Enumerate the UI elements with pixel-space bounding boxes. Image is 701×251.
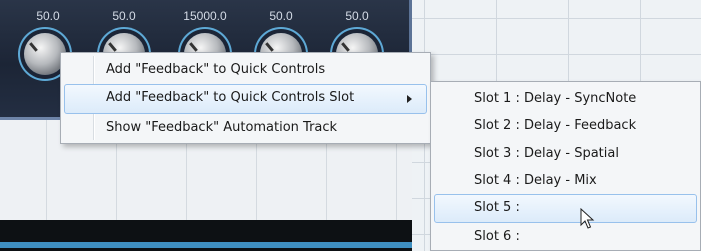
submenu-item-slot-4[interactable]: Slot 4 : Delay - Mix: [434, 167, 697, 194]
menu-item-add-to-quick-controls-slot[interactable]: Add "Feedback" to Quick Controls Slot: [64, 84, 427, 114]
submenu-item-label: Slot 2 : Delay - Feedback: [474, 118, 637, 134]
submenu-item-label: Slot 1 : Delay - SyncNote: [474, 91, 637, 106]
submenu-item-slot-3[interactable]: Slot 3 : Delay - Spatial: [434, 140, 697, 167]
menu-item-show-automation-track[interactable]: Show "Feedback" Automation Track: [64, 114, 427, 142]
menu-item-add-to-quick-controls[interactable]: Add "Feedback" to Quick Controls: [64, 56, 427, 84]
submenu-item-slot-2[interactable]: Slot 2 : Delay - Feedback: [434, 112, 697, 139]
menu-item-label: Add "Feedback" to Quick Controls Slot: [106, 90, 355, 105]
menu-item-label: Add "Feedback" to Quick Controls: [106, 62, 326, 77]
parameter-value: 15000.0: [183, 9, 227, 23]
parameter-value: 50.0: [269, 9, 293, 23]
parameter-value: 50.0: [345, 9, 369, 23]
submenu-item-label: Slot 5 :: [474, 200, 520, 216]
parameter-value: 50.0: [112, 9, 136, 23]
submenu-item-slot-6[interactable]: Slot 6 :: [434, 223, 697, 250]
submenu-item-label: Slot 6 :: [474, 229, 520, 245]
submenu-item-slot-1[interactable]: Slot 1 : Delay - SyncNote: [434, 85, 697, 112]
parameter-values: 50.0 50.0 15000.0 50.0 50.0: [0, 9, 405, 25]
submenu-item-slot-5[interactable]: Slot 5 :: [434, 194, 697, 224]
context-menu: Add "Feedback" to Quick Controls Add "Fe…: [60, 52, 431, 144]
chevron-right-icon: [407, 95, 412, 103]
menu-item-label: Show "Feedback" Automation Track: [106, 120, 338, 135]
submenu-item-label: Slot 4 : Delay - Mix: [474, 172, 597, 188]
parameter-value: 50.0: [36, 9, 60, 23]
mouse-pointer-icon: [580, 208, 595, 229]
bottom-accent-strip: [0, 242, 412, 248]
slot-submenu: Slot 1 : Delay - SyncNote Slot 2 : Delay…: [430, 81, 701, 251]
submenu-item-label: Slot 3 : Delay - Spatial: [474, 145, 619, 161]
